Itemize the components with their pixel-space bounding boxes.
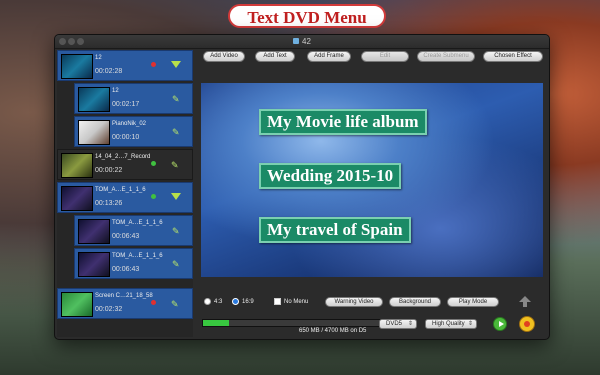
app-window: 42 12 00:02:28 12 00:02:17 ✎ PianoNik_02… [54,34,550,340]
window-title-label: 42 [302,37,311,46]
no-menu-label: No Menu [284,299,309,305]
video-thumbnail [78,120,110,145]
title-duration: 00:02:17 [112,101,140,108]
add-frame-button[interactable]: Add Frame [307,51,351,62]
no-menu-checkbox[interactable] [274,298,281,305]
title-list-sidebar: 12 00:02:28 12 00:02:17 ✎ PianoNik_02 00… [57,50,193,337]
expand-triangle-icon[interactable] [171,193,181,200]
edit-pencil-icon[interactable]: ✎ [172,94,182,104]
title-duration: 00:06:43 [112,233,140,240]
title-item[interactable]: 14_04_2…7_Record 00:00:22 ✎ [57,149,193,180]
warning-video-button[interactable]: Warning Video [325,297,383,307]
edit-pencil-icon[interactable]: ✎ [172,226,182,236]
ratio-4-3-label: 4:3 [214,299,223,305]
title-name: TOM_A…E_1_1_6 [95,187,146,193]
menu-text-item[interactable]: My travel of Spain [259,217,411,243]
title-duration: 00:02:28 [95,68,123,75]
background-button[interactable]: Background [389,297,441,307]
chapter-item[interactable]: TOM_A…E_1_1_6 00:06:43 ✎ [74,215,193,246]
title-name: Screen C…21_18_58 [95,293,153,299]
chapter-item[interactable]: 12 00:02:17 ✎ [74,83,193,114]
menu-toolbar: Add Video Add Text Add Frame Edit Create… [199,50,547,64]
edit-pencil-icon[interactable]: ✎ [171,299,181,309]
edit-pencil-icon[interactable]: ✎ [171,160,181,170]
title-name: 14_04_2…7_Record [95,154,151,160]
title-item[interactable]: 12 00:02:28 [57,50,193,81]
video-thumbnail [78,87,110,112]
text-dvd-menu-banner: Text DVD Menu [228,4,386,28]
chapter-item[interactable]: TOM_A…E_1_1_6 00:06:43 ✎ [74,248,193,279]
add-text-button[interactable]: Add Text [255,51,295,62]
title-item[interactable]: TOM_A…E_1_1_6 00:13:26 [57,182,193,213]
quality-select[interactable]: High Quality ⇕ [425,319,477,329]
title-item[interactable]: Screen C…21_18_58 00:02:32 ✎ [57,288,193,319]
ratio-16-9-radio[interactable] [232,298,239,305]
expand-triangle-icon[interactable] [171,61,181,68]
edit-pencil-icon[interactable]: ✎ [172,127,182,137]
select-arrows-icon: ⇕ [467,321,473,327]
chosen-effect-button[interactable]: Chosen Effect [483,51,543,62]
edit-pencil-icon[interactable]: ✎ [172,259,182,269]
video-thumbnail [61,153,93,178]
status-dot [151,62,156,67]
disc-type-select[interactable]: DVD5 ⇕ [379,319,417,329]
menu-preview-canvas[interactable]: My Movie life album Wedding 2015-10 My t… [201,83,543,277]
title-name: PianoNik_02 [112,121,147,127]
app-icon [293,38,300,44]
menu-text-item[interactable]: My Movie life album [259,109,427,135]
title-duration: 00:00:22 [95,167,123,174]
menu-text-item[interactable]: Wedding 2015-10 [259,163,402,189]
burn-icon[interactable] [519,316,535,332]
title-duration: 00:06:43 [112,266,140,273]
quality-value: High Quality [432,321,465,327]
ratio-4-3-radio[interactable] [204,298,211,305]
disc-type-value: DVD5 [386,321,403,327]
status-dot [151,161,156,166]
video-thumbnail [78,252,110,277]
status-dot [151,300,156,305]
title-name: TOM_A…E_1_1_6 [112,253,163,259]
video-thumbnail [61,54,93,79]
chapter-item[interactable]: PianoNik_02 00:00:10 ✎ [74,116,193,147]
disc-usage-fill [203,320,230,326]
title-name: 12 [112,88,119,94]
video-thumbnail [61,292,93,317]
preview-play-icon[interactable] [493,317,507,331]
title-name: 12 [95,55,102,61]
disc-usage-text: 650 MB / 4700 MB on D5 [299,328,367,334]
create-submenu-button[interactable]: Create Submenu [417,51,475,62]
title-duration: 00:02:32 [95,306,123,313]
title-duration: 00:13:26 [95,200,123,207]
menu-options-bar: 4:3 16:9 No Menu Warning Video Backgroun… [199,295,547,309]
title-bar: 42 [55,35,549,49]
disc-usage-progress [202,319,392,327]
video-thumbnail [61,186,93,211]
select-arrows-icon: ⇕ [407,321,413,327]
edit-button[interactable]: Edit [361,51,409,62]
status-dot [151,194,156,199]
burn-status-bar: 650 MB / 4700 MB on D5 DVD5 ⇕ High Qualit… [199,313,547,337]
window-title: 42 [55,35,549,48]
play-mode-button[interactable]: Play Mode [447,297,499,307]
add-video-button[interactable]: Add Video [203,51,245,62]
title-duration: 00:00:10 [112,134,140,141]
up-arrow-icon[interactable] [519,296,531,307]
title-name: TOM_A…E_1_1_6 [112,220,163,226]
video-thumbnail [78,219,110,244]
ratio-16-9-label: 16:9 [242,299,254,305]
